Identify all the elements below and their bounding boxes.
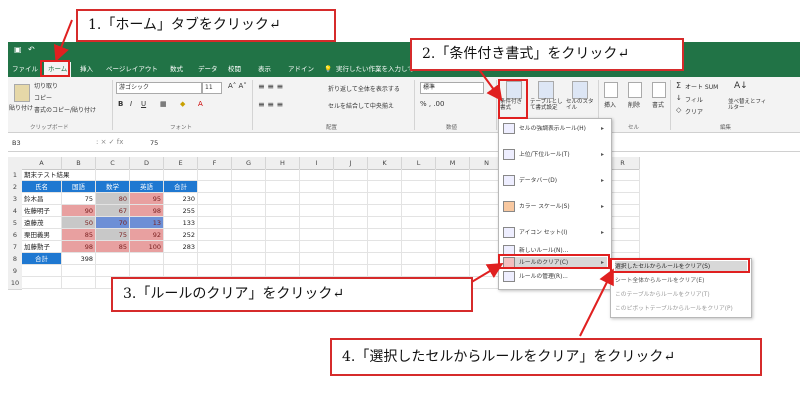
callout-step-4: 4.「選択したセルからルールをクリア」をクリック↵ xyxy=(330,338,762,376)
arrow-4 xyxy=(579,268,614,337)
callout-step-2: 2.「条件付き書式」をクリック↵ xyxy=(410,38,684,71)
excel-screenshot: ▣ ↶ ファイル ホーム 挿入 ページレイアウト 数式 データ 校閲 表示 アド… xyxy=(0,0,800,393)
arrow-2 xyxy=(477,67,503,102)
arrow-3 xyxy=(469,262,504,284)
callout-step-1: 1.「ホーム」タブをクリック↵ xyxy=(76,9,336,42)
arrow-1 xyxy=(53,19,73,62)
callout-step-3: 3.「ルールのクリア」をクリック↵ xyxy=(111,277,473,312)
